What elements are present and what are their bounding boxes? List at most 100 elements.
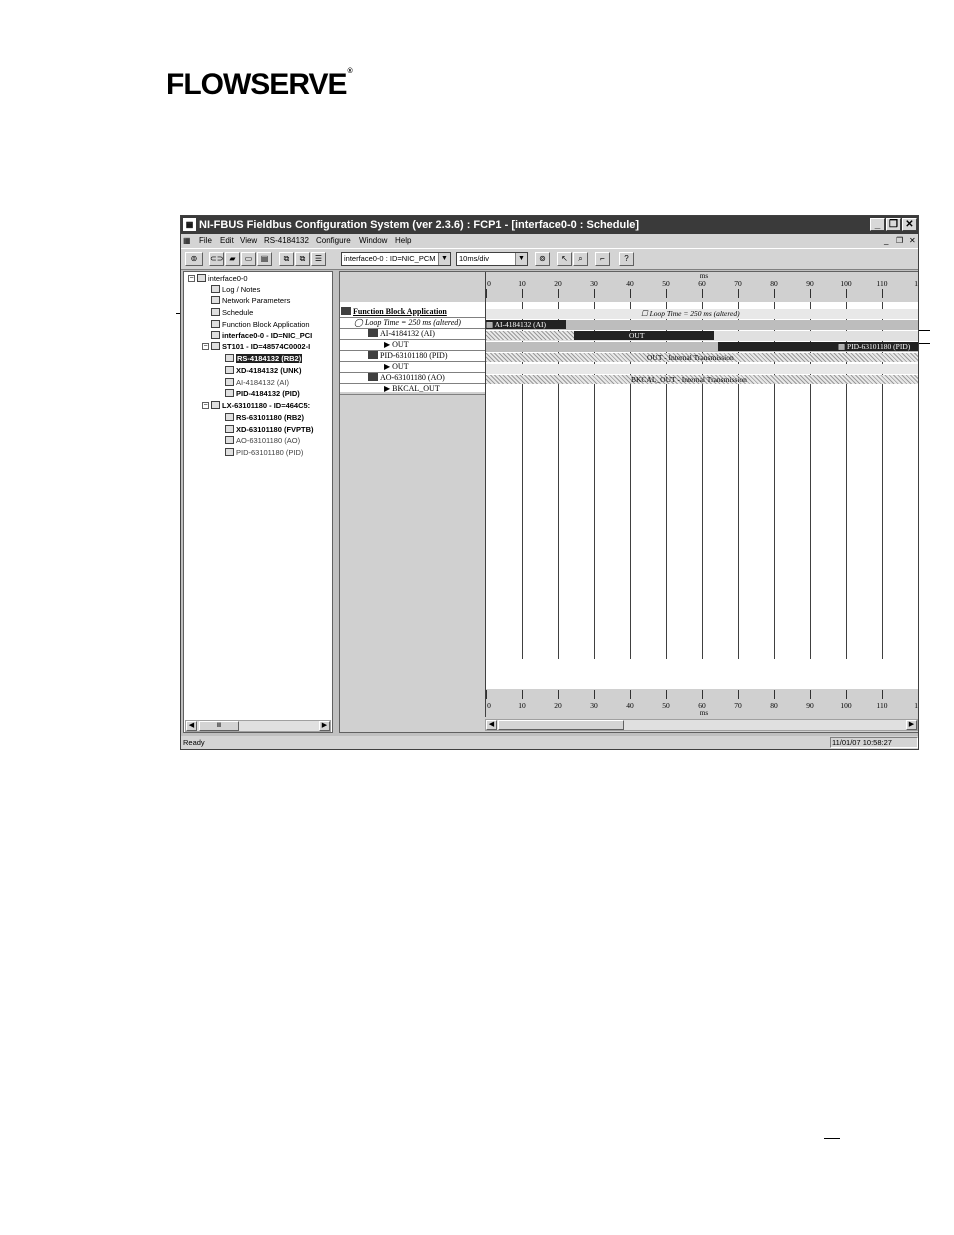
row-divider [340,394,485,395]
bkcal-out-transmission-bar[interactable]: BKCAL_OUT - Internal Transmission [486,375,918,384]
link-icon[interactable]: ⊂⊃ [209,252,224,266]
fb-row-ai-block[interactable]: AI-4184132 (AI) [368,328,435,339]
menu-configure[interactable]: Configure [316,234,351,248]
save-icon[interactable]: ▭ [241,252,256,266]
ruler-tick-mark [522,690,523,699]
tree-scrollbar[interactable]: ◀ ‖‖ ▶ [185,720,331,732]
pid-block-bar[interactable]: ▦ PID-63101180 (PID) [718,342,918,351]
tree-item-lx-63101180[interactable]: LX-63101180 - ID=464C5: [211,400,310,411]
network-icon [211,296,220,304]
function-block-icon: ▦ [838,342,847,351]
ok-icon[interactable]: ⊚ [535,252,550,266]
paste-icon[interactable]: ☰ [311,252,326,266]
fb-row-label: AI-4184132 (AI) [380,329,435,338]
print-icon[interactable]: ▤ [257,252,272,266]
schedule-window-icon[interactable]: ▦ [183,218,196,231]
ruler-tick-label-bottom: 90 [806,701,814,710]
ruler-tick-mark [810,690,811,699]
scroll-left-icon[interactable]: ◀ [486,720,497,730]
connect-icon[interactable]: ⌐ [595,252,610,266]
tree-item-xd-4184132[interactable]: XD-4184132 (UNK) [225,365,301,376]
tree-item-label: LX-63101180 - ID=464C5: [222,401,311,410]
zoom-icon[interactable]: ⌕ [573,252,588,266]
tree-item-interface-device[interactable]: interface0-0 - ID=NIC_PCI [211,330,312,341]
ruler-tick-mark [918,690,919,699]
fb-row-ao-block[interactable]: AO-63101180 (AO) [368,372,445,383]
menu-device[interactable]: RS-4184132 [264,234,309,248]
fb-row-label: OUT [392,362,409,371]
collapse-icon[interactable]: − [202,343,209,350]
pid-out-transmission-bar[interactable]: OUT - Internal Transmission [486,353,918,362]
tree-item-pid-63101180[interactable]: PID-63101180 (PID) [225,447,303,458]
fb-row-pid-out[interactable]: ▶ OUT [384,361,409,372]
scroll-right-icon[interactable]: ▶ [906,720,917,730]
ruler-tick-mark [486,690,487,699]
tree-item-label: XD-63101180 (FVPTB) [236,425,314,434]
ruler-tick-label-top: 90 [806,279,814,288]
title-bar[interactable]: ▦ NI-FBUS Fieldbus Configuration System … [181,216,918,234]
scroll-thumb[interactable]: ‖‖ [199,721,239,731]
mdi-close-icon[interactable]: ✕ [909,234,916,248]
restore-button[interactable]: ❐ [886,218,901,231]
menu-window[interactable]: Window [359,234,387,248]
function-block-list: Function Block Application ◯ Loop Time =… [340,302,485,395]
scale-combo[interactable]: 10ms/div ▼ [456,252,528,266]
menu-edit[interactable]: Edit [220,234,234,248]
tree-item-st101[interactable]: ST101 - ID=48574C0002-I [211,341,310,352]
fb-row-loop-time[interactable]: ◯ Loop Time = 250 ms (altered) [354,317,461,328]
tree-item-network-parameters[interactable]: Network Parameters [211,295,290,306]
fb-row-ai-out[interactable]: ▶ OUT [384,339,409,350]
ruler-tick-mark [558,289,559,298]
menu-help[interactable]: Help [395,234,411,248]
tree-item-ao-63101180[interactable]: AO-63101180 (AO) [225,435,300,446]
fb-row-application[interactable]: Function Block Application [341,306,447,317]
scroll-left-icon[interactable]: ◀ [186,721,197,731]
timeline-gridline [918,302,919,659]
logo-text: FLOWSERVE [166,68,347,101]
device-combo[interactable]: interface0-0 : ID=NIC_PCM ▼ [341,252,451,266]
chevron-down-icon[interactable]: ▼ [438,253,450,265]
ai-out-bar[interactable]: OUT [574,331,714,340]
tree-item-rs-63101180[interactable]: RS-63101180 (RB2) [225,412,304,423]
tree-item-rs-4184132[interactable]: RS-4184132 (RB2) [225,353,303,364]
collapse-icon[interactable]: − [202,402,209,409]
scroll-thumb[interactable] [498,720,624,730]
cut-icon[interactable]: ⧉ [279,252,294,266]
project-tree: − interface0-0 Log / Notes Network Param… [183,271,333,733]
help-icon[interactable]: ? [619,252,634,266]
timeline-scrollbar[interactable]: ◀ ▶ [485,719,918,731]
tree-item-log-notes[interactable]: Log / Notes [211,284,260,295]
ruler-tick-mark [702,690,703,699]
mdi-minimize-icon[interactable]: _ [884,234,888,248]
tree-item-schedule[interactable]: Schedule [211,307,253,318]
scroll-right-icon[interactable]: ▶ [319,721,330,731]
chevron-down-icon[interactable]: ▼ [515,253,527,265]
menu-view[interactable]: View [240,234,257,248]
output-arrow-icon: ▶ [384,340,393,349]
mdi-restore-icon[interactable]: ❐ [896,234,903,248]
bkcal-out-label: BKCAL_OUT - Internal Transmission [631,375,747,384]
copy-icon[interactable]: ⧉ [295,252,310,266]
tree-item-pid-4184132[interactable]: PID-4184132 (PID) [225,388,300,399]
mdi-child-icon[interactable]: ▦ [183,234,191,248]
schedule-timeline[interactable]: ms ms ☐ Loop Time = 250 ms (altered) ▦ A… [485,272,919,717]
ai-block-bar[interactable]: ▦ AI-4184132 (AI) [486,320,566,329]
pointer-icon[interactable]: ↖ [557,252,572,266]
tree-item-function-block-application[interactable]: Function Block Application [211,319,310,330]
fb-row-ao-bkcal-out[interactable]: ▶ BKCAL_OUT [384,383,440,394]
ruler-tick-mark [918,289,919,298]
tree-item-label: Schedule [222,308,254,317]
ruler-tick-label-top: 80 [770,279,778,288]
flowserve-logo: FLOWSERVE® [166,68,353,102]
tree-item-xd-63101180[interactable]: XD-63101180 (FVPTB) [225,424,314,435]
download-icon[interactable]: ⊚ [185,252,203,266]
fb-row-pid-block[interactable]: PID-63101180 (PID) [368,350,447,361]
collapse-icon[interactable]: − [188,275,195,282]
open-icon[interactable]: ▰ [225,252,240,266]
tree-item-ai-4184132[interactable]: AI-4184132 (AI) [225,377,289,388]
menu-bar: ▦ File Edit View RS-4184132 Configure Wi… [181,234,918,248]
close-button[interactable]: ✕ [902,218,917,231]
menu-file[interactable]: File [199,234,212,248]
tree-root[interactable]: interface0-0 [197,273,248,284]
minimize-button[interactable]: _ [870,218,885,231]
